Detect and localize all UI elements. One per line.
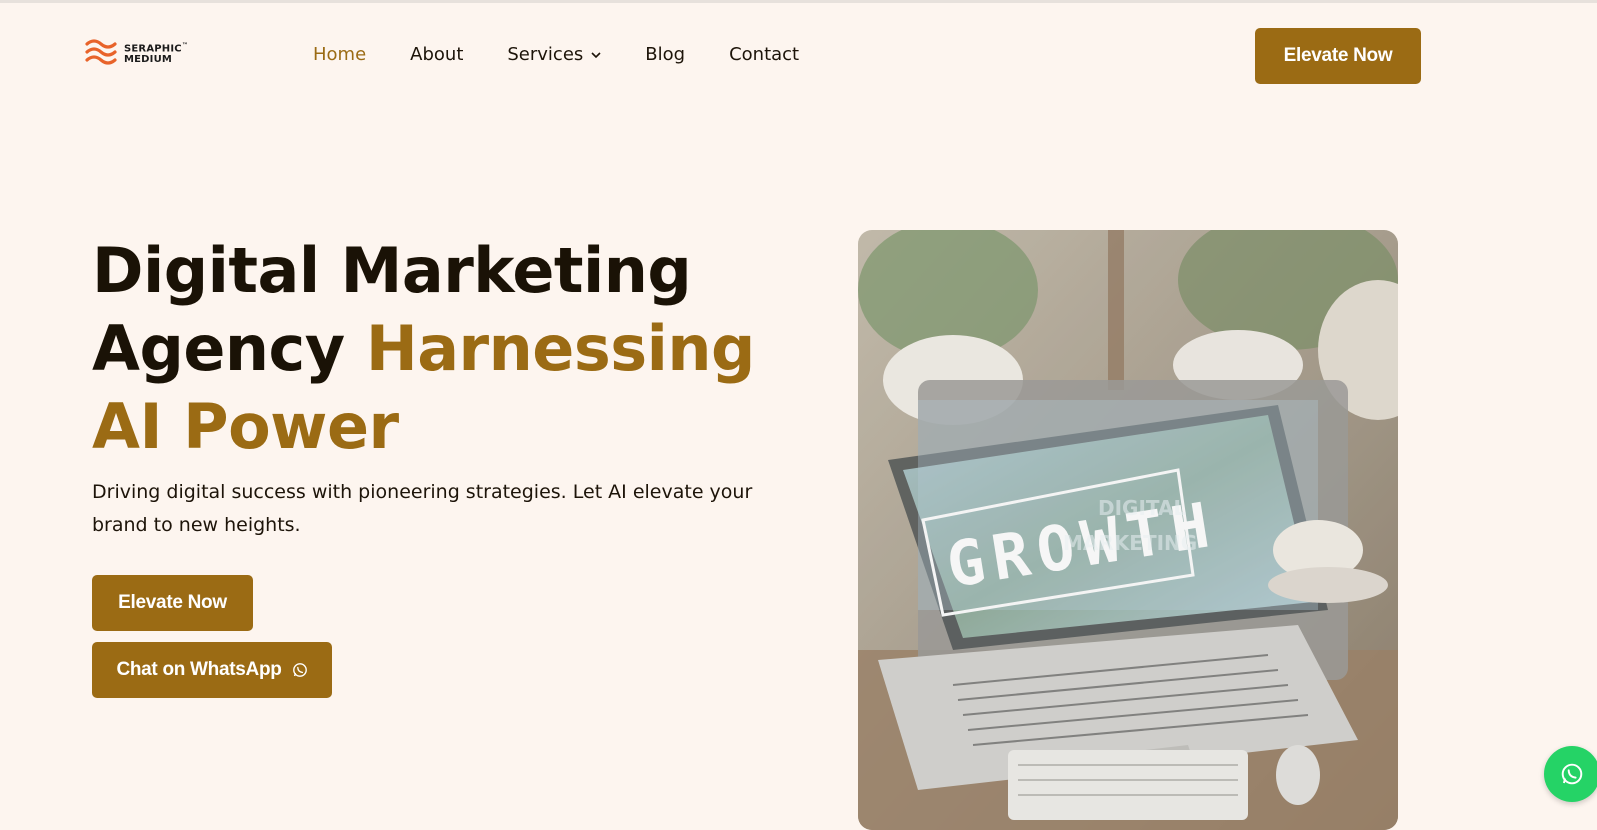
hero-subtitle: Driving digital success with pioneering … xyxy=(92,481,753,536)
hero-image: GROWTH DIGITAL MARKETING xyxy=(858,230,1398,830)
nav-contact[interactable]: Contact xyxy=(729,44,799,65)
chevron-down-icon xyxy=(591,51,601,58)
floating-whatsapp-button[interactable] xyxy=(1544,746,1597,802)
whatsapp-icon xyxy=(1561,763,1583,785)
brand-logo[interactable]: SERAPHIC™ MEDIUM xyxy=(84,38,188,68)
hero-title-accent-2: AI Power xyxy=(92,390,399,463)
nav-contact-label: Contact xyxy=(729,44,800,65)
nav-home[interactable]: Home xyxy=(313,44,366,65)
hero-title-accent-1: Harnessing xyxy=(365,312,756,385)
trademark-mark: ™ xyxy=(181,42,189,50)
nav-blog[interactable]: Blog xyxy=(645,44,685,65)
hero-title-line2: Agency xyxy=(92,312,345,385)
header-elevate-label: Elevate Now xyxy=(1283,45,1393,66)
whatsapp-icon xyxy=(292,663,307,677)
whatsapp-chat-button[interactable]: Chat on WhatsApp xyxy=(92,642,332,698)
header-elevate-button[interactable]: Elevate Now xyxy=(1255,28,1421,84)
hero-title: Digital Marketing Agency Harnessing AI P… xyxy=(92,232,792,466)
hero-title-line1: Digital Marketing xyxy=(92,234,692,307)
brand-wordmark: SERAPHIC™ MEDIUM xyxy=(124,41,188,64)
nav-about-label: About xyxy=(410,44,464,65)
nav-home-label: Home xyxy=(313,44,367,65)
main-nav: Home About Services Blog Contact xyxy=(313,44,843,65)
hero-elevate-label: Elevate Now xyxy=(118,592,227,613)
top-border xyxy=(0,0,1597,3)
brand-line2: MEDIUM xyxy=(124,53,173,65)
nav-blog-label: Blog xyxy=(645,44,686,65)
whatsapp-chat-label: Chat on WhatsApp xyxy=(116,659,282,680)
wave-logo-icon xyxy=(85,39,117,65)
nav-services[interactable]: Services xyxy=(507,44,601,65)
nav-services-label: Services xyxy=(507,44,584,65)
nav-about[interactable]: About xyxy=(410,44,463,65)
hero-elevate-button[interactable]: Elevate Now xyxy=(92,575,253,631)
